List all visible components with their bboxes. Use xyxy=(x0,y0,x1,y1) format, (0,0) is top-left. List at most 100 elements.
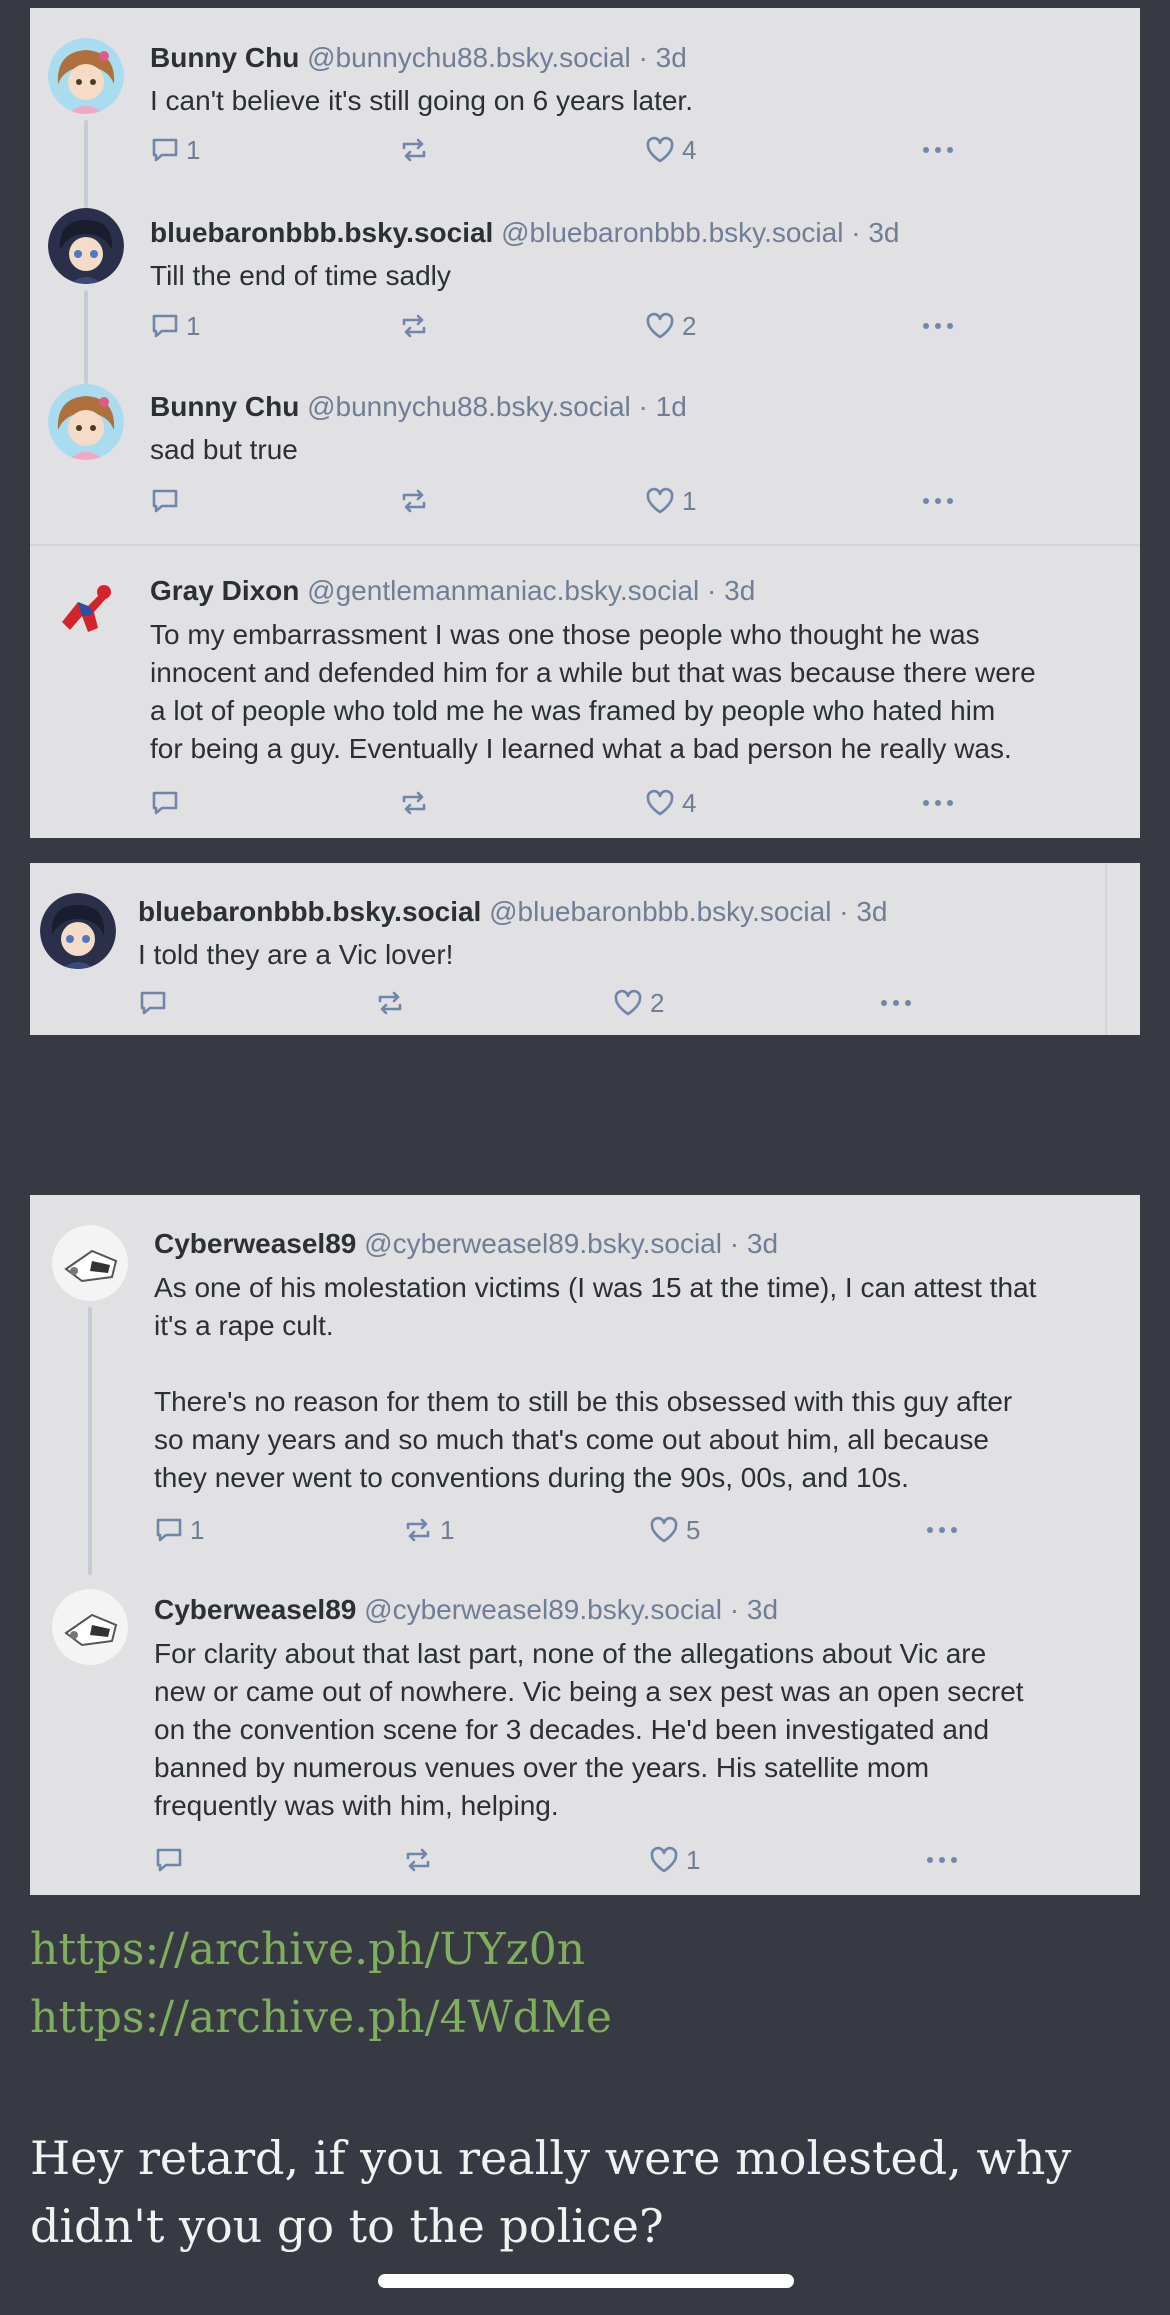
repost-icon xyxy=(402,791,426,815)
post-text: sad but true xyxy=(150,434,298,465)
archive-link[interactable]: https://archive.ph/UYz0n xyxy=(30,1922,585,1978)
author-name[interactable]: Cyberweasel89 xyxy=(154,1228,356,1259)
author-handle[interactable]: @gentlemanmaniac.bsky.social xyxy=(307,575,699,606)
sketch-avatar[interactable] xyxy=(52,1225,128,1301)
timestamp[interactable]: 3d xyxy=(656,42,687,73)
like-button[interactable]: 4 xyxy=(644,133,696,167)
repost-button[interactable] xyxy=(402,1843,440,1877)
post[interactable]: Bunny Chu @bunnychu88.bsky.social · 3d I… xyxy=(30,8,1140,183)
more-icon xyxy=(927,1527,957,1533)
post-header: Cyberweasel89 @cyberweasel89.bsky.social… xyxy=(154,1593,778,1627)
author-handle[interactable]: @bunnychu88.bsky.social xyxy=(307,391,631,422)
archive-link[interactable]: https://archive.ph/4WdMe xyxy=(30,1990,612,2046)
embedded-screenshot-1: Bunny Chu @bunnychu88.bsky.social · 3d I… xyxy=(30,8,1140,838)
repost-button[interactable] xyxy=(398,309,436,343)
post[interactable]: Cyberweasel89 @cyberweasel89.bsky.social… xyxy=(30,1195,1140,1563)
repost-icon xyxy=(406,1518,430,1542)
like-button[interactable]: 2 xyxy=(644,309,696,343)
spiderman-avatar[interactable] xyxy=(48,572,124,648)
reply-icon xyxy=(140,991,166,1015)
repost-icon xyxy=(402,138,426,162)
author-handle[interactable]: @cyberweasel89.bsky.social xyxy=(364,1228,722,1259)
reply-button[interactable] xyxy=(150,786,186,820)
post-header: Gray Dixon @gentlemanmaniac.bsky.social … xyxy=(150,574,755,608)
author-handle[interactable]: @bluebaronbbb.bsky.social xyxy=(501,217,843,248)
reply-button[interactable]: 1 xyxy=(150,133,200,167)
like-button[interactable]: 5 xyxy=(648,1513,700,1547)
sketch-avatar[interactable] xyxy=(52,1589,128,1665)
more-icon xyxy=(923,498,953,504)
more-options-button[interactable] xyxy=(924,1513,960,1547)
reply-button[interactable] xyxy=(138,986,174,1020)
author-handle[interactable]: @cyberweasel89.bsky.social xyxy=(364,1594,722,1625)
heart-icon xyxy=(646,136,674,163)
divider xyxy=(1105,863,1107,1035)
post-text: I can't believe it's still going on 6 ye… xyxy=(150,85,693,116)
repost-button[interactable] xyxy=(398,133,436,167)
author-name[interactable]: Bunny Chu xyxy=(150,391,299,422)
home-indicator[interactable] xyxy=(378,2274,794,2288)
heart-icon xyxy=(646,487,674,514)
action-bar: 1 xyxy=(150,484,970,518)
like-count: 5 xyxy=(686,1514,701,1545)
post[interactable]: bluebaronbbb.bsky.social @bluebaronbbb.b… xyxy=(30,183,1140,358)
timestamp[interactable]: 3d xyxy=(856,896,887,927)
timestamp[interactable]: 3d xyxy=(747,1228,778,1259)
action-bar: 1 xyxy=(154,1843,974,1877)
reply-button[interactable] xyxy=(150,484,186,518)
anime-boy-avatar[interactable] xyxy=(40,893,116,969)
author-name[interactable]: Bunny Chu xyxy=(150,42,299,73)
timestamp[interactable]: 3d xyxy=(724,575,755,606)
more-icon xyxy=(927,1857,957,1863)
author-name[interactable]: bluebaronbbb.bsky.social xyxy=(138,896,481,927)
post[interactable]: Bunny Chu @bunnychu88.bsky.social · 1d s… xyxy=(30,358,1140,546)
action-bar: 2 xyxy=(138,986,918,1020)
repost-button[interactable] xyxy=(398,786,436,820)
author-name[interactable]: Gray Dixon xyxy=(150,575,299,606)
more-icon xyxy=(923,323,953,329)
author-handle[interactable]: @bluebaronbbb.bsky.social xyxy=(489,896,831,927)
like-button[interactable]: 4 xyxy=(644,786,696,820)
author-name[interactable]: bluebaronbbb.bsky.social xyxy=(150,217,493,248)
repost-icon xyxy=(406,1848,430,1872)
like-count: 2 xyxy=(650,987,665,1018)
action-bar: 1 4 xyxy=(150,133,970,167)
repost-button[interactable]: 1 xyxy=(402,1513,454,1547)
separator: · xyxy=(729,1228,740,1259)
post[interactable]: Gray Dixon @gentlemanmaniac.bsky.social … xyxy=(30,546,1140,838)
like-count: 1 xyxy=(686,1844,701,1875)
reply-icon xyxy=(156,1848,182,1872)
more-options-button[interactable] xyxy=(920,133,956,167)
author-handle[interactable]: @bunnychu88.bsky.social xyxy=(307,42,631,73)
anime-boy-avatar[interactable] xyxy=(48,208,124,284)
repost-button[interactable] xyxy=(374,986,412,1020)
timestamp[interactable]: 3d xyxy=(868,217,899,248)
like-button[interactable]: 1 xyxy=(644,484,696,518)
like-button[interactable]: 1 xyxy=(648,1843,700,1877)
repost-count: 1 xyxy=(440,1514,455,1545)
timestamp[interactable]: 3d xyxy=(747,1594,778,1625)
repost-button[interactable] xyxy=(398,484,436,518)
timestamp[interactable]: 1d xyxy=(656,391,687,422)
more-icon xyxy=(923,800,953,806)
repost-icon xyxy=(402,489,426,513)
reply-button[interactable]: 1 xyxy=(150,309,200,343)
embedded-screenshot-3: Cyberweasel89 @cyberweasel89.bsky.social… xyxy=(30,1195,1140,1895)
anime-girl-avatar[interactable] xyxy=(48,38,124,114)
anime-girl-avatar[interactable] xyxy=(48,384,124,460)
reply-button[interactable] xyxy=(154,1843,190,1877)
author-name[interactable]: Cyberweasel89 xyxy=(154,1594,356,1625)
more-options-button[interactable] xyxy=(878,986,914,1020)
reply-button[interactable]: 1 xyxy=(154,1513,204,1547)
like-count: 4 xyxy=(682,787,697,818)
more-options-button[interactable] xyxy=(920,309,956,343)
post-header: bluebaronbbb.bsky.social @bluebaronbbb.b… xyxy=(138,895,888,929)
post[interactable]: Cyberweasel89 @cyberweasel89.bsky.social… xyxy=(30,1563,1140,1895)
post[interactable]: bluebaronbbb.bsky.social @bluebaronbbb.b… xyxy=(30,863,1140,1035)
more-options-button[interactable] xyxy=(924,1843,960,1877)
more-options-button[interactable] xyxy=(920,484,956,518)
post-text: To my embarrassment I was one those peop… xyxy=(150,619,1036,764)
more-options-button[interactable] xyxy=(920,786,956,820)
like-button[interactable]: 2 xyxy=(612,986,664,1020)
more-icon xyxy=(923,147,953,153)
